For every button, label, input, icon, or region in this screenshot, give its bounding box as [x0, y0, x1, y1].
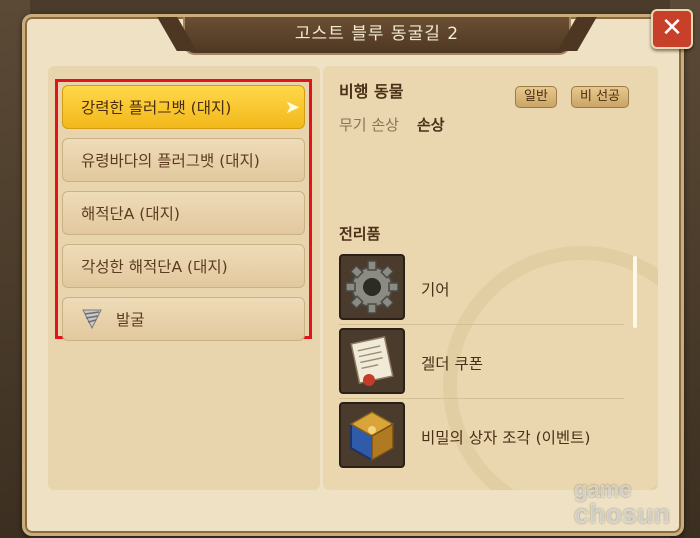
list-item-enemy-3[interactable]: 해적단A (대지) — [62, 191, 305, 235]
enemy-type: 비행 동물 — [339, 82, 404, 101]
enemy-list: 강력한 플러그뱃 (대지) ➤ 유령바다의 플러그뱃 (대지) 해적단A (대지… — [55, 79, 312, 341]
gear-icon — [339, 254, 405, 320]
watermark-logo: game chosun — [574, 478, 671, 529]
chest-piece-icon — [339, 402, 405, 468]
list-item-label: 각성한 해적단A (대지) — [81, 258, 228, 276]
badge-normal: 일반 — [515, 86, 557, 108]
loot-title: 전리품 — [339, 225, 381, 243]
list-item-enemy-1[interactable]: 강력한 플러그뱃 (대지) ➤ — [62, 85, 305, 129]
divider — [339, 398, 624, 399]
loot-item-chest-piece[interactable]: 비밀의 상자 조각 (이벤트) — [339, 402, 629, 470]
stat-value: 손상 — [417, 116, 445, 134]
detail-panel: 비행 동물 일반 비 선공 무기 손상 손상 전리품 기어 겔더 쿠폰 비밀의 … — [323, 66, 658, 490]
close-button[interactable]: ✕ — [651, 9, 693, 49]
loot-scrollbar[interactable] — [633, 256, 637, 328]
list-item-label: 발굴 — [115, 311, 145, 329]
list-item-excavation[interactable]: 발굴 — [62, 297, 305, 341]
list-item-label: 해적단A (대지) — [81, 205, 180, 223]
list-item-enemy-4[interactable]: 각성한 해적단A (대지) — [62, 244, 305, 288]
dialog-title: 고스트 블루 동굴길 2 — [183, 17, 571, 55]
loot-item-gear[interactable]: 기어 — [339, 254, 629, 322]
loot-item-coupon[interactable]: 겔더 쿠폰 — [339, 328, 629, 396]
badge-non-aggressive: 비 선공 — [571, 86, 630, 108]
stat-label: 무기 손상 — [339, 116, 399, 134]
list-item-label: 유령바다의 플러그뱃 (대지) — [81, 152, 260, 170]
loot-label: 기어 — [421, 281, 450, 299]
loot-label: 비밀의 상자 조각 (이벤트) — [421, 429, 591, 447]
drill-icon — [82, 309, 102, 329]
divider — [339, 324, 624, 325]
watermark-line-2: chosun — [574, 499, 671, 529]
selected-arrow-icon: ➤ — [284, 97, 300, 118]
loot-label: 겔더 쿠폰 — [421, 355, 483, 373]
scroll-icon — [339, 328, 405, 394]
list-item-enemy-2[interactable]: 유령바다의 플러그뱃 (대지) — [62, 138, 305, 182]
list-item-label: 강력한 플러그뱃 (대지) — [81, 99, 232, 117]
close-icon: ✕ — [661, 13, 683, 43]
